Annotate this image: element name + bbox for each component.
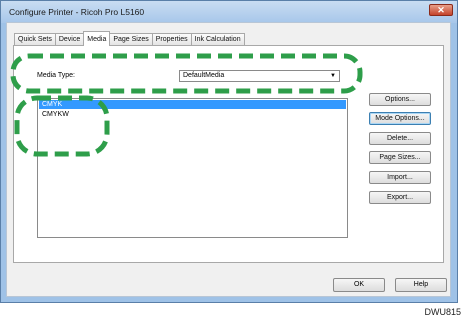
- list-item[interactable]: CMYKW: [39, 110, 346, 119]
- options-button[interactable]: Options...: [369, 93, 431, 106]
- media-type-label: Media Type:: [37, 72, 76, 79]
- import-button[interactable]: Import...: [369, 171, 431, 184]
- tab-media[interactable]: Media: [83, 31, 111, 46]
- chevron-down-icon: ▼: [330, 73, 336, 79]
- media-type-value: DefaultMedia: [183, 72, 225, 79]
- list-item[interactable]: CMYK: [39, 100, 346, 109]
- help-button[interactable]: Help: [395, 278, 447, 292]
- media-mode-list[interactable]: CMYK CMYKW: [37, 98, 348, 238]
- export-button[interactable]: Export...: [369, 191, 431, 204]
- page-sizes-button[interactable]: Page Sizes...: [369, 151, 431, 164]
- mode-options-button[interactable]: Mode Options...: [369, 112, 431, 125]
- delete-button[interactable]: Delete...: [369, 132, 431, 145]
- title-bar: Configure Printer - Ricoh Pro L5160 ✕: [1, 1, 457, 23]
- ok-button[interactable]: OK: [333, 278, 385, 292]
- close-button[interactable]: ✕: [429, 4, 453, 16]
- media-type-dropdown[interactable]: DefaultMedia ▼: [179, 70, 340, 82]
- window-title: Configure Printer - Ricoh Pro L5160: [9, 7, 145, 17]
- figure-code: DWU815: [424, 307, 461, 317]
